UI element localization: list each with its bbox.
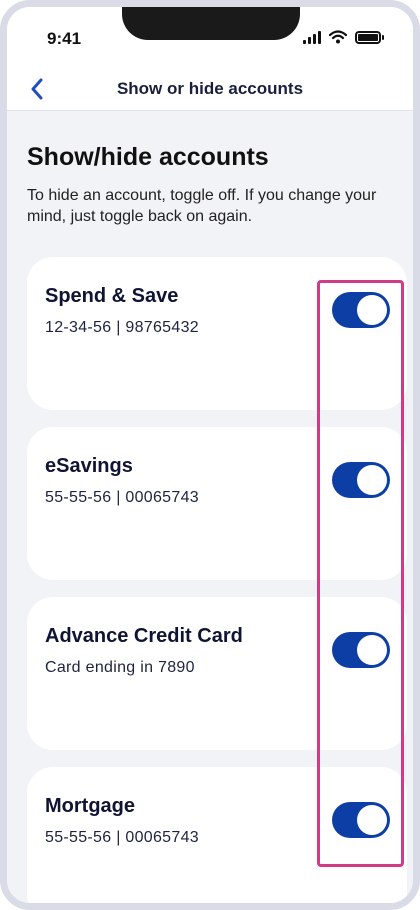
account-name: Advance Credit Card bbox=[45, 625, 243, 647]
battery-icon bbox=[355, 30, 384, 44]
account-detail: 55-55-56 | 00065743 bbox=[45, 489, 199, 506]
account-card-esavings: eSavings 55-55-56 | 00065743 bbox=[27, 427, 407, 580]
toggle-knob bbox=[357, 465, 387, 495]
account-card-mortgage: Mortgage 55-55-56 | 00065743 bbox=[27, 767, 407, 903]
toggle-knob bbox=[357, 295, 387, 325]
account-card-spend-save: Spend & Save 12-34-56 | 98765432 bbox=[27, 257, 407, 410]
toggle-knob bbox=[357, 635, 387, 665]
account-name: eSavings bbox=[45, 455, 133, 477]
screen: 9:41 Show or hide accounts Show/hide acc… bbox=[7, 7, 413, 903]
account-name: Spend & Save bbox=[45, 285, 179, 307]
account-detail: Card ending in 7890 bbox=[45, 659, 195, 676]
page-description: To hide an account, toggle off. If you c… bbox=[27, 187, 377, 225]
toggle-knob bbox=[357, 805, 387, 835]
visibility-toggle-spend-save[interactable] bbox=[332, 292, 390, 328]
status-bar: 9:41 bbox=[7, 7, 413, 69]
page-heading: Show/hide accounts bbox=[27, 143, 269, 171]
account-detail: 12-34-56 | 98765432 bbox=[45, 319, 199, 336]
account-name: Mortgage bbox=[45, 795, 135, 817]
account-card-advance-credit-card: Advance Credit Card Card ending in 7890 bbox=[27, 597, 407, 750]
visibility-toggle-mortgage[interactable] bbox=[332, 802, 390, 838]
status-icons bbox=[303, 27, 384, 47]
status-time: 9:41 bbox=[47, 29, 82, 48]
wifi-icon bbox=[329, 30, 347, 44]
nav-bar: Show or hide accounts bbox=[7, 69, 413, 111]
account-detail: 55-55-56 | 00065743 bbox=[45, 829, 199, 846]
phone-frame: 9:41 Show or hide accounts Show/hide acc… bbox=[0, 0, 420, 910]
visibility-toggle-esavings[interactable] bbox=[332, 462, 390, 498]
visibility-toggle-advance-credit-card[interactable] bbox=[332, 632, 390, 668]
cellular-signal-icon bbox=[303, 30, 321, 44]
nav-title: Show or hide accounts bbox=[116, 79, 304, 98]
notch bbox=[122, 7, 300, 40]
